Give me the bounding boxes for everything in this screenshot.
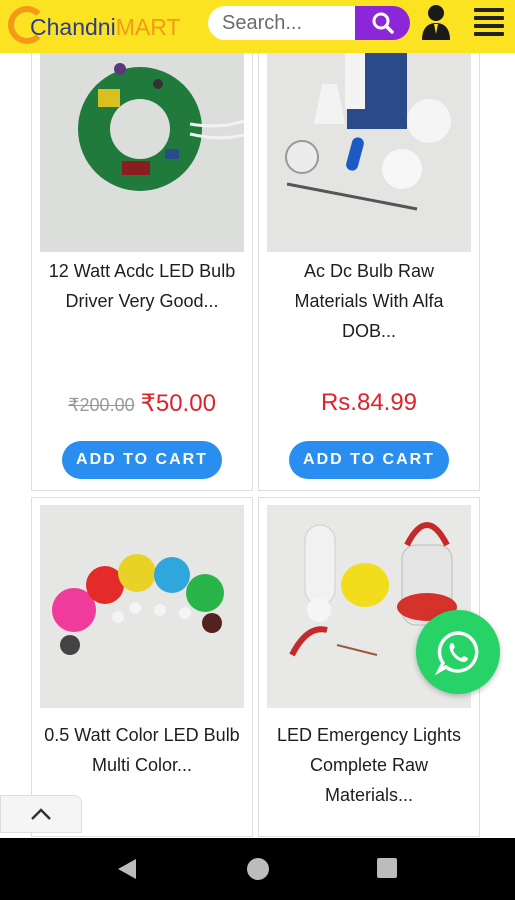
search-button[interactable] [355, 6, 410, 40]
product-title[interactable]: 0.5 Watt Color LED Bulb Multi Color... [40, 720, 244, 780]
product-title[interactable]: LED Emergency Lights Complete Raw Materi… [267, 720, 471, 810]
product-card[interactable]: 0.5 Watt Color LED Bulb Multi Color... [31, 497, 253, 837]
product-title[interactable]: 12 Watt Acdc LED Bulb Driver Very Good..… [40, 256, 244, 316]
logo-text: ChandniMART [30, 14, 180, 41]
chevron-up-icon [31, 808, 51, 820]
product-image[interactable] [267, 53, 471, 252]
home-icon[interactable] [247, 858, 269, 880]
menu-line [474, 24, 504, 28]
add-to-cart-button[interactable]: ADD TO CART [289, 441, 449, 479]
scroll-to-top-button[interactable] [0, 795, 82, 833]
menu-icon[interactable] [474, 8, 504, 36]
search-icon [372, 12, 394, 34]
logo[interactable]: ChandniMART [8, 4, 203, 46]
menu-line [474, 32, 504, 36]
sale-price: ₹50.00 [140, 390, 216, 417]
product-image[interactable] [40, 505, 244, 708]
app-header: ChandniMART [0, 0, 515, 53]
menu-line [474, 16, 504, 20]
product-grid: 12 Watt Acdc LED Bulb Driver Very Good..… [0, 53, 515, 838]
color-bulbs-image [40, 505, 244, 708]
search-bar [208, 6, 410, 40]
product-card[interactable]: Ac Dc Bulb Raw Materials With Alfa DOB..… [258, 53, 480, 491]
whatsapp-icon [434, 631, 479, 676]
sale-price: Rs.84.99 [320, 389, 418, 416]
logo-text-chandni: Chandni [30, 14, 116, 40]
page: ChandniMART Search... 12 Watt Acdc LED B… [0, 0, 515, 900]
user-icon [422, 5, 450, 40]
bulb-driver-image [40, 53, 244, 252]
product-card[interactable]: 12 Watt Acdc LED Bulb Driver Very Good..… [31, 53, 253, 491]
price-row: Rs.84.99 [259, 389, 479, 417]
add-to-cart-button[interactable]: ADD TO CART [62, 441, 222, 479]
product-title[interactable]: Ac Dc Bulb Raw Materials With Alfa DOB..… [267, 256, 471, 346]
whatsapp-button[interactable] [416, 610, 500, 694]
price-row: ₹200.00 ₹50.00 [32, 389, 252, 418]
back-icon[interactable] [116, 857, 138, 881]
search-input[interactable] [208, 6, 363, 40]
bulb-materials-image [267, 53, 471, 252]
account-button[interactable] [420, 4, 452, 40]
system-nav-bar [0, 838, 515, 900]
product-image[interactable] [40, 53, 244, 252]
recents-icon[interactable] [377, 858, 397, 878]
original-price: ₹200.00 [68, 395, 135, 415]
logo-text-mart: MART [115, 14, 181, 40]
menu-line [474, 8, 504, 12]
